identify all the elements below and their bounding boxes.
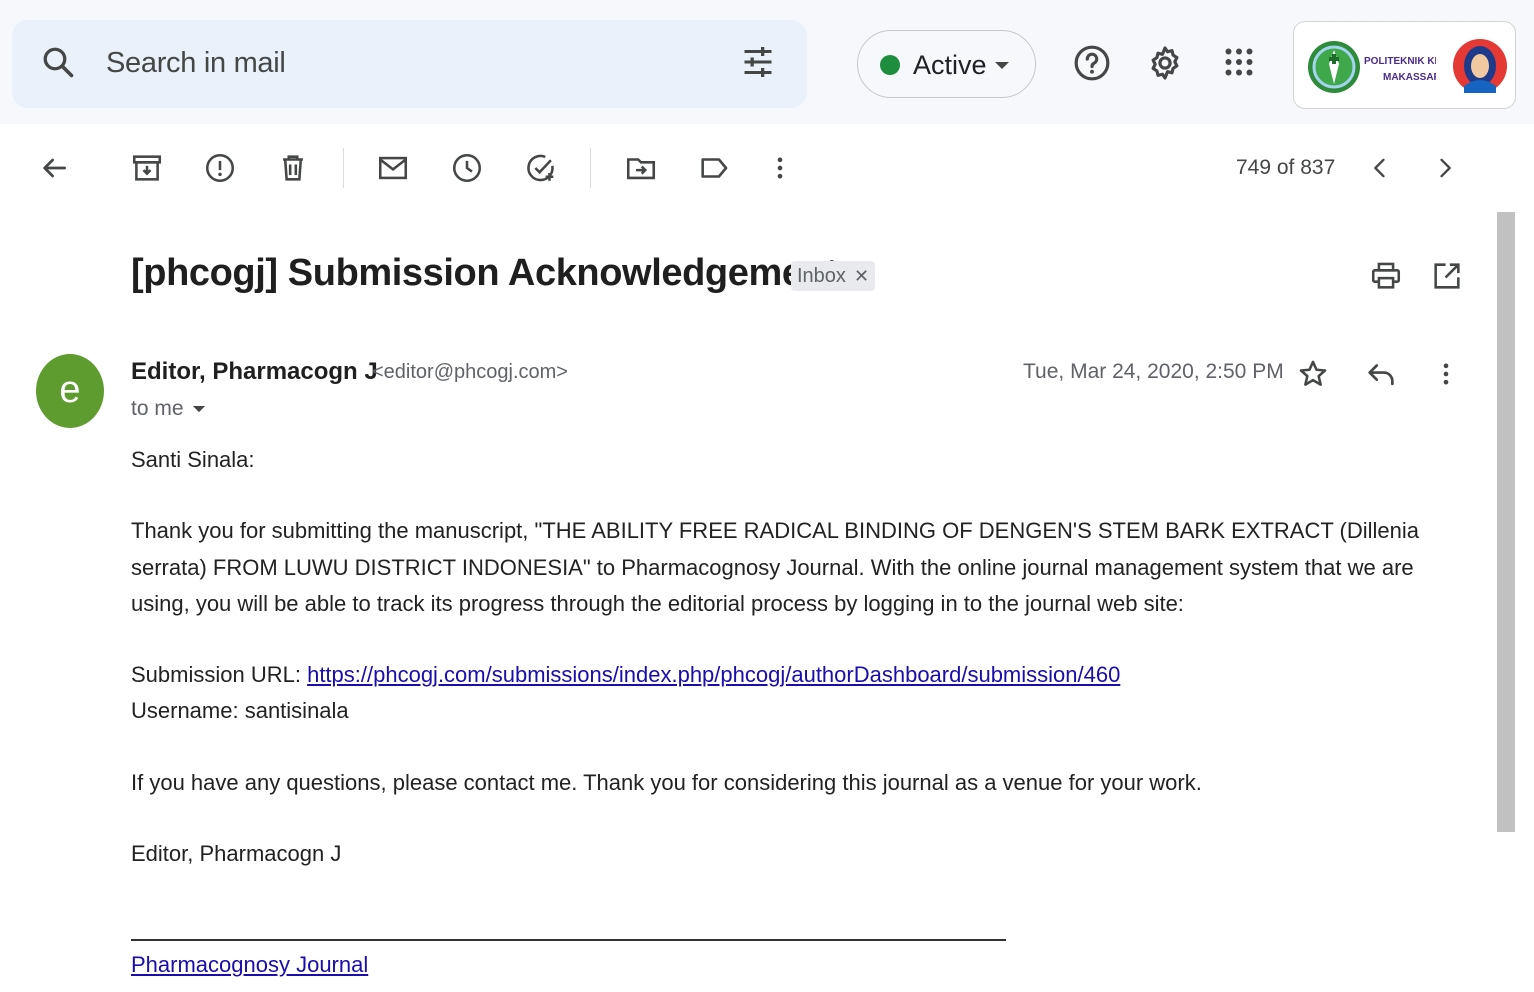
report-spam-icon[interactable] [203,150,237,186]
back-arrow-icon[interactable] [38,150,70,186]
caret-down-icon[interactable] [192,405,206,414]
sender-avatar[interactable]: e [36,354,104,428]
apps-icon[interactable] [1221,44,1257,80]
signature-divider [131,939,1006,941]
scrollbar-thumb[interactable] [1497,212,1515,832]
snooze-icon[interactable] [450,150,484,186]
sender-email: <editor@phcogj.com> [372,361,568,383]
search-bar[interactable]: Search in mail [12,20,807,108]
remove-label-icon[interactable]: ✕ [854,266,869,286]
search-input[interactable]: Search in mail [106,47,286,80]
body-signoff: Editor, Pharmacogn J [131,841,342,867]
body-greeting: Santi Sinala: [131,447,255,472]
status-selector[interactable]: Active [857,30,1036,98]
caret-down-icon [994,61,1010,71]
reply-icon[interactable] [1364,356,1398,392]
more-vert-icon[interactable] [766,150,794,186]
message-count: 749 of 837 [1236,156,1336,179]
star-icon[interactable] [1296,356,1330,392]
sender-name[interactable]: Editor, Pharmacogn J [131,358,378,386]
label-icon[interactable] [697,150,731,186]
delete-icon[interactable] [276,150,310,186]
mark-unread-icon[interactable] [376,150,410,186]
body-paragraph: Thank you for submitting the manuscript,… [131,518,1419,616]
move-to-icon[interactable] [624,150,658,186]
help-icon[interactable] [1073,44,1111,82]
submission-url-label: Submission URL: [131,662,301,688]
search-icon[interactable] [40,44,76,80]
newer-chevron-icon[interactable] [1366,152,1394,184]
older-chevron-icon[interactable] [1431,152,1459,184]
add-task-icon[interactable] [524,150,558,186]
logo-text-line1: POLITEKNIK KESEHATAN [1364,56,1436,67]
inbox-label-text: Inbox [797,265,846,287]
account-switcher[interactable]: POLITEKNIK KESEHATAN MAKASSAR [1293,21,1516,109]
inbox-label-chip[interactable]: Inbox ✕ [791,261,876,291]
organization-logo: POLITEKNIK KESEHATAN MAKASSAR [1308,41,1436,93]
avatar[interactable] [1452,36,1508,96]
body-paragraph: If you have any questions, please contac… [131,769,1202,795]
print-icon[interactable] [1369,258,1403,294]
status-label: Active [913,50,987,80]
username-line: Username: santisinala [131,698,349,724]
submission-url-link[interactable]: https://phcogj.com/submissions/index.php… [307,662,1120,687]
recipient-summary[interactable]: to me [131,397,206,421]
signature-link[interactable]: Pharmacognosy Journal [131,952,368,978]
submission-url-line: Submission URL: https://phcogj.com/submi… [131,657,1471,693]
settings-icon[interactable] [1146,44,1184,82]
status-dot [880,55,900,75]
more-vert-icon[interactable] [1432,356,1460,392]
toolbar-divider [343,148,344,188]
toolbar-divider [590,148,591,188]
recipient-text: to me [131,397,184,420]
archive-icon[interactable] [130,150,164,186]
message-date: Tue, Mar 24, 2020, 2:50 PM [1023,360,1284,383]
open-new-window-icon[interactable] [1430,258,1464,294]
message-subject: [phcogj] Submission Acknowledgement [131,252,838,294]
message-body: Santi Sinala: Thank you for submitting t… [131,442,1471,872]
logo-text-line2: MAKASSAR [1383,72,1436,83]
tune-icon[interactable] [740,44,776,80]
